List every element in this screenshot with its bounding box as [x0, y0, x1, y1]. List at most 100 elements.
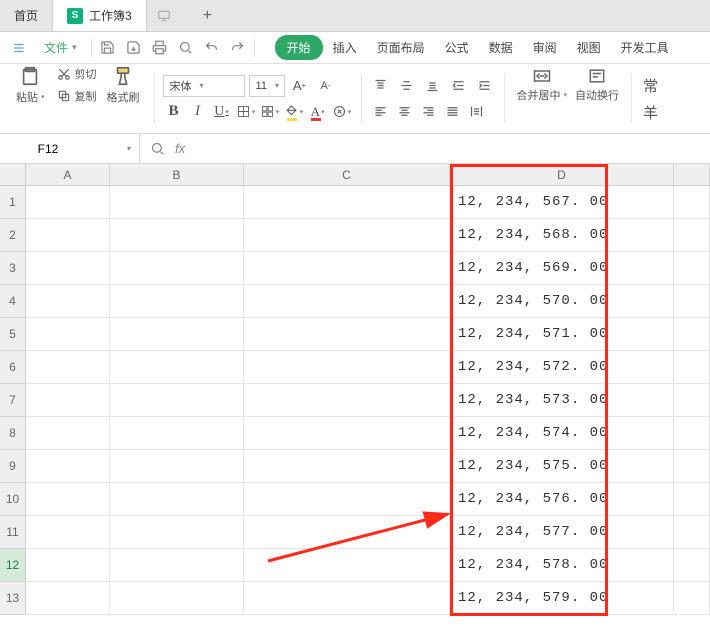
cell[interactable] [26, 516, 110, 549]
cell[interactable] [26, 549, 110, 582]
row-header[interactable]: 4 [0, 285, 26, 318]
ribbon-tab-insert[interactable]: 插入 [323, 33, 367, 62]
cell[interactable] [110, 516, 244, 549]
fill-color-button[interactable]: ▾ [283, 101, 305, 123]
cell[interactable]: 12, 234, 570. 00 [450, 285, 674, 318]
row-header[interactable]: 2 [0, 219, 26, 252]
save-icon[interactable] [98, 38, 118, 58]
cell[interactable] [110, 252, 244, 285]
row-header[interactable]: 9 [0, 450, 26, 483]
distribute-button[interactable] [466, 101, 488, 123]
cell[interactable] [26, 384, 110, 417]
ribbon-tab-start[interactable]: 开始 [275, 35, 323, 60]
decrease-font-button[interactable]: A- [315, 75, 337, 97]
row-header[interactable]: 6 [0, 351, 26, 384]
cell[interactable] [674, 417, 710, 450]
cell[interactable] [674, 285, 710, 318]
file-menu[interactable]: 文件 ▾ [36, 35, 85, 60]
row-header[interactable]: 12 [0, 549, 26, 582]
cell[interactable] [26, 351, 110, 384]
cell[interactable] [110, 384, 244, 417]
cell[interactable] [244, 417, 450, 450]
cell[interactable] [674, 186, 710, 219]
row-header[interactable]: 5 [0, 318, 26, 351]
cell[interactable] [110, 351, 244, 384]
cell[interactable] [244, 351, 450, 384]
cell[interactable] [244, 318, 450, 351]
align-top-button[interactable] [370, 75, 392, 97]
cell[interactable] [244, 285, 450, 318]
row-header[interactable]: 11 [0, 516, 26, 549]
phonetic-guide-button[interactable]: ▾ [331, 101, 353, 123]
borders-button[interactable]: ▾ [235, 101, 257, 123]
align-middle-button[interactable] [396, 75, 418, 97]
cell[interactable]: 12, 234, 568. 00 [450, 219, 674, 252]
col-header-C[interactable]: C [244, 164, 450, 185]
name-box-input[interactable] [8, 142, 88, 156]
print-icon[interactable] [150, 38, 170, 58]
align-right-button[interactable] [418, 101, 440, 123]
col-header-A[interactable]: A [26, 164, 110, 185]
format-painter-button[interactable]: 格式刷 [101, 63, 146, 107]
cell[interactable] [26, 219, 110, 252]
cell[interactable] [674, 351, 710, 384]
chevron-down-icon[interactable]: ▾ [127, 144, 131, 153]
ribbon-tab-devtools[interactable]: 开发工具 [611, 33, 679, 62]
cell[interactable] [110, 483, 244, 516]
select-all-corner[interactable] [0, 164, 26, 185]
cell[interactable] [26, 450, 110, 483]
cell[interactable]: 12, 234, 574. 00 [450, 417, 674, 450]
save-as-icon[interactable] [124, 38, 144, 58]
merge-center-button[interactable]: 合并居中▾ [513, 64, 572, 105]
cell[interactable] [674, 219, 710, 252]
cell[interactable] [244, 252, 450, 285]
cell[interactable]: 12, 234, 567. 00 [450, 186, 674, 219]
cell[interactable] [244, 186, 450, 219]
cell[interactable] [26, 252, 110, 285]
cell[interactable] [674, 516, 710, 549]
cell[interactable] [674, 384, 710, 417]
ribbon-tab-view[interactable]: 视图 [567, 33, 611, 62]
cell[interactable] [26, 582, 110, 615]
row-header[interactable]: 7 [0, 384, 26, 417]
cell[interactable]: 12, 234, 578. 00 [450, 549, 674, 582]
search-icon[interactable] [150, 141, 165, 156]
cell[interactable] [110, 450, 244, 483]
cell[interactable] [26, 483, 110, 516]
number-format-general[interactable]: 常 [640, 75, 661, 96]
cell[interactable]: 12, 234, 577. 00 [450, 516, 674, 549]
cell[interactable] [110, 285, 244, 318]
ribbon-tab-pagelayout[interactable]: 页面布局 [367, 33, 435, 62]
row-header[interactable]: 1 [0, 186, 26, 219]
col-header-extra[interactable] [674, 164, 710, 185]
wrap-text-button[interactable]: 自动换行 [571, 64, 623, 105]
cell[interactable]: 12, 234, 576. 00 [450, 483, 674, 516]
cell[interactable]: 12, 234, 572. 00 [450, 351, 674, 384]
cut-button[interactable]: 剪切 [55, 65, 99, 83]
align-center-button[interactable] [394, 101, 416, 123]
cell[interactable] [674, 549, 710, 582]
cell[interactable]: 12, 234, 571. 00 [450, 318, 674, 351]
cell[interactable] [244, 549, 450, 582]
cell[interactable]: 12, 234, 575. 00 [450, 450, 674, 483]
align-bottom-button[interactable] [422, 75, 444, 97]
row-header[interactable]: 13 [0, 582, 26, 615]
row-header[interactable]: 10 [0, 483, 26, 516]
ribbon-tab-review[interactable]: 审阅 [523, 33, 567, 62]
font-name-select[interactable]: 宋体 ▾ [163, 75, 245, 97]
print-preview-icon[interactable] [176, 38, 196, 58]
cell[interactable]: 12, 234, 573. 00 [450, 384, 674, 417]
copy-button[interactable]: 复制 [55, 87, 99, 105]
cell[interactable] [244, 516, 450, 549]
cell[interactable] [26, 417, 110, 450]
cell[interactable] [244, 219, 450, 252]
cell[interactable] [110, 549, 244, 582]
app-menu-button[interactable] [4, 37, 34, 59]
cell[interactable] [26, 186, 110, 219]
number-format-currency[interactable]: 羊 [640, 102, 661, 123]
cell[interactable]: 12, 234, 579. 00 [450, 582, 674, 615]
font-color-button[interactable]: A ▾ [307, 101, 329, 123]
align-left-button[interactable] [370, 101, 392, 123]
name-box[interactable]: ▾ [0, 134, 140, 163]
cell-styles-button[interactable]: ▾ [259, 101, 281, 123]
